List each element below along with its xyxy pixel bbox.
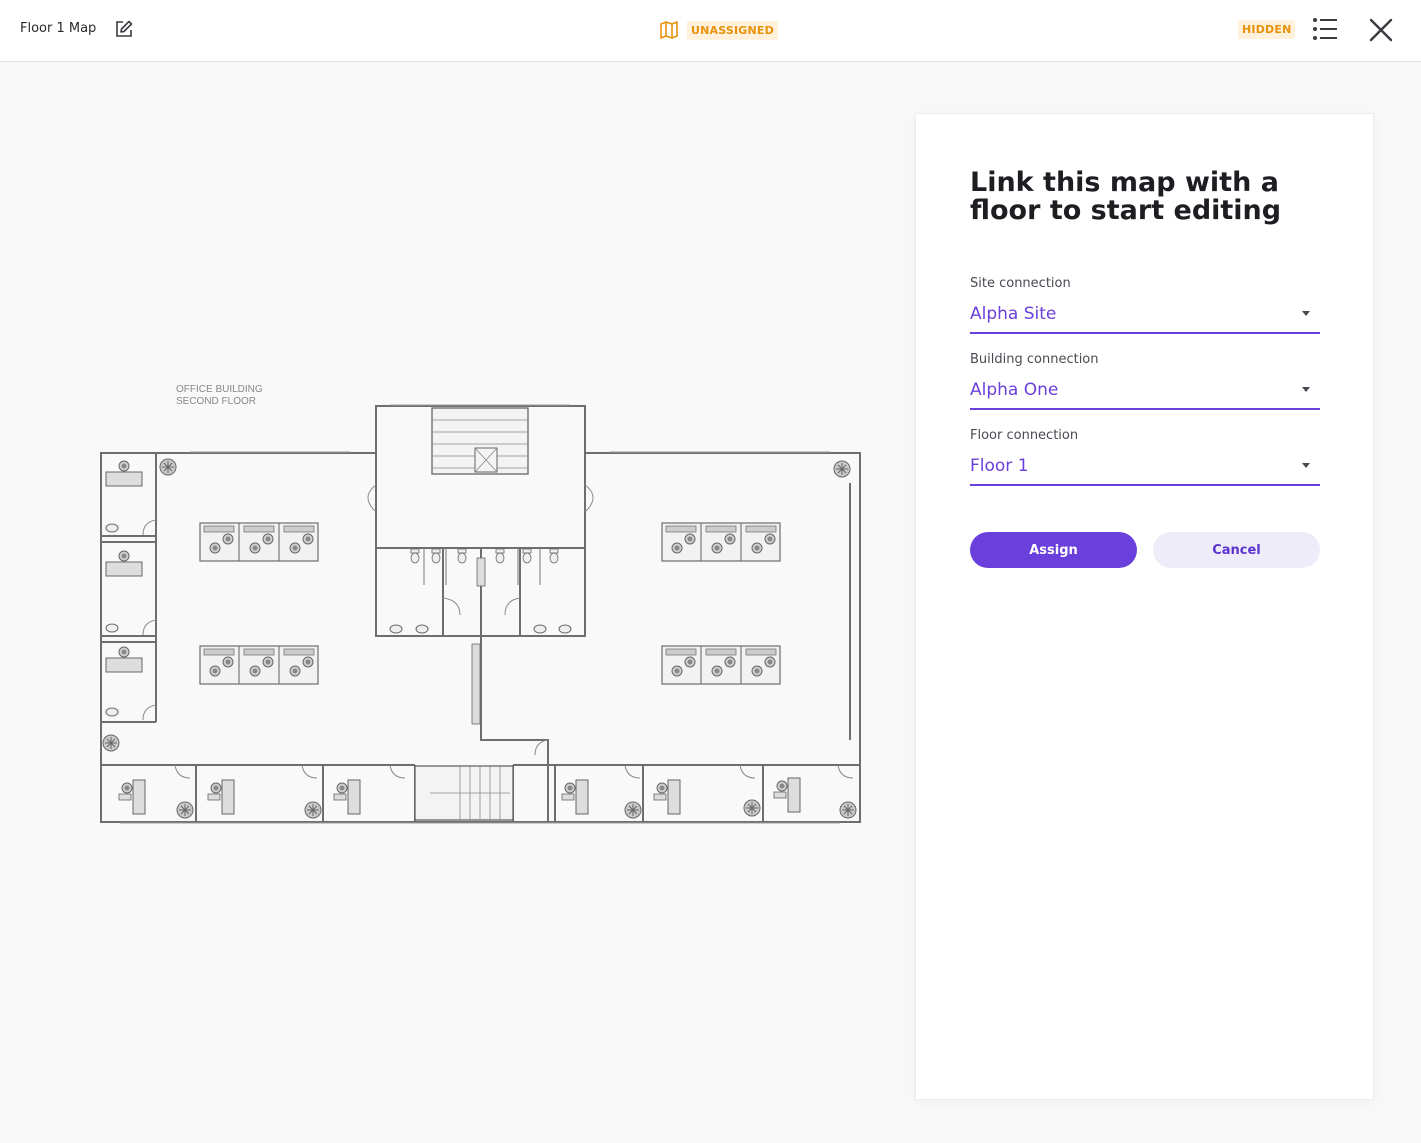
panel-heading: Link this map with a floor to start edit… [970, 167, 1282, 226]
floorplan-label-line1: OFFICE BUILDING [176, 384, 263, 395]
site-connection-select[interactable]: Alpha Site [970, 298, 1320, 334]
hidden-badge: HIDDEN [1238, 20, 1296, 39]
chevron-down-icon [1302, 311, 1310, 316]
list-icon[interactable] [1312, 17, 1338, 41]
floor-connection-label: Floor connection [970, 428, 1079, 443]
site-connection-field: Site connection Alpha Site [970, 276, 1320, 334]
assignment-status: UNASSIGNED [659, 18, 778, 42]
edit-icon[interactable] [114, 19, 134, 39]
chevron-down-icon [1302, 463, 1310, 468]
floorplan-label-line2: SECOND FLOOR [176, 396, 256, 407]
unassigned-badge: UNASSIGNED [687, 20, 778, 40]
floor-connection-value: Floor 1 [970, 456, 1029, 476]
site-connection-label: Site connection [970, 276, 1071, 291]
map-icon [660, 21, 678, 39]
building-connection-field: Building connection Alpha One [970, 352, 1320, 410]
floor-connection-select[interactable]: Floor 1 [970, 450, 1320, 486]
floor-plan-canvas[interactable]: OFFICE BUILDING SECOND FLOOR [84, 212, 880, 902]
assign-button[interactable]: Assign [970, 532, 1137, 568]
building-connection-select[interactable]: Alpha One [970, 374, 1320, 410]
building-connection-label: Building connection [970, 352, 1099, 367]
close-icon[interactable] [1367, 16, 1395, 44]
top-bar: Floor 1 Map UNASSIGNED HIDDEN [0, 0, 1421, 62]
site-connection-value: Alpha Site [970, 304, 1057, 324]
chevron-down-icon [1302, 387, 1310, 392]
map-title: Floor 1 Map [20, 21, 97, 36]
cancel-button[interactable]: Cancel [1153, 532, 1320, 568]
link-floor-panel: Link this map with a floor to start edit… [915, 113, 1374, 1100]
building-connection-value: Alpha One [970, 380, 1059, 400]
floor-connection-field: Floor connection Floor 1 [970, 428, 1320, 486]
